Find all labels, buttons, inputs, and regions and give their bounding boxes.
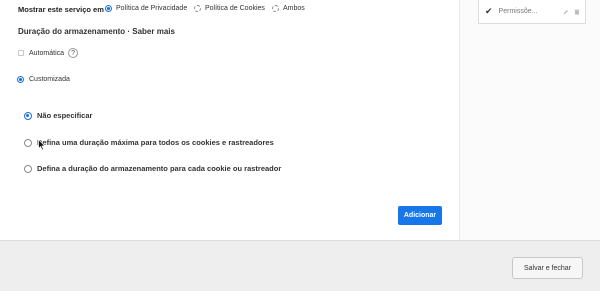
per-cookie-label: Defina a duração do armazenamento para c… [37,164,282,173]
footer-bar: Salvar e fechar [0,240,600,291]
pencil-icon[interactable] [563,9,569,15]
storage-duration-title[interactable]: Duração do armazenamento · Saber mais [18,27,175,36]
trash-icon[interactable] [574,9,580,15]
permissions-card-label: Permissõe... [498,8,538,15]
option-both-label: Ambos [283,5,305,12]
radio-max-duration[interactable] [24,138,32,147]
radio-custom[interactable] [17,76,24,83]
option-cookie-policy-label: Política de Cookies [205,5,265,12]
suboption-max-duration[interactable]: Defina uma duração máxima para todos os … [24,138,274,147]
option-privacy-policy[interactable]: Política de Privacidade [105,5,187,12]
option-both[interactable]: Ambos [272,5,305,12]
radio-both[interactable] [272,5,279,12]
radio-not-specify[interactable] [24,111,32,120]
not-specify-label: Não especificar [37,111,93,120]
max-duration-label: Defina uma duração máxima para todos os … [37,138,274,147]
add-button[interactable]: Adicionar [398,206,442,225]
service-settings-panel: Mostrar este serviço em Política de Priv… [0,0,459,240]
radio-cookie-policy[interactable] [194,5,201,12]
permissions-card[interactable]: ✔ Permissõe... [478,0,586,24]
automatic-option[interactable]: Automática ? [18,48,79,58]
automatic-label: Automática [29,49,65,57]
sidebar [459,0,600,240]
show-service-row: Mostrar este serviço em [18,5,104,14]
check-icon: ✔ [485,6,493,16]
option-cookie-policy[interactable]: Política de Cookies [194,5,265,12]
save-close-button[interactable]: Salvar e fechar [512,257,583,279]
storage-duration-title-text: Duração do armazenamento · Saber mais [18,27,175,36]
help-icon[interactable]: ? [68,48,79,58]
radio-privacy-policy[interactable] [105,5,112,12]
suboption-per-cookie[interactable]: Defina a duração do armazenamento para c… [24,164,281,173]
automatic-checkbox[interactable] [18,50,24,56]
suboption-not-specify[interactable]: Não especificar [24,111,92,120]
custom-label: Customizada [29,76,70,83]
radio-per-cookie[interactable] [24,164,32,173]
custom-option[interactable]: Customizada [17,76,70,83]
mouse-cursor-icon [38,139,46,151]
show-service-label: Mostrar este serviço em [18,5,104,14]
option-privacy-policy-label: Política de Privacidade [116,5,188,12]
